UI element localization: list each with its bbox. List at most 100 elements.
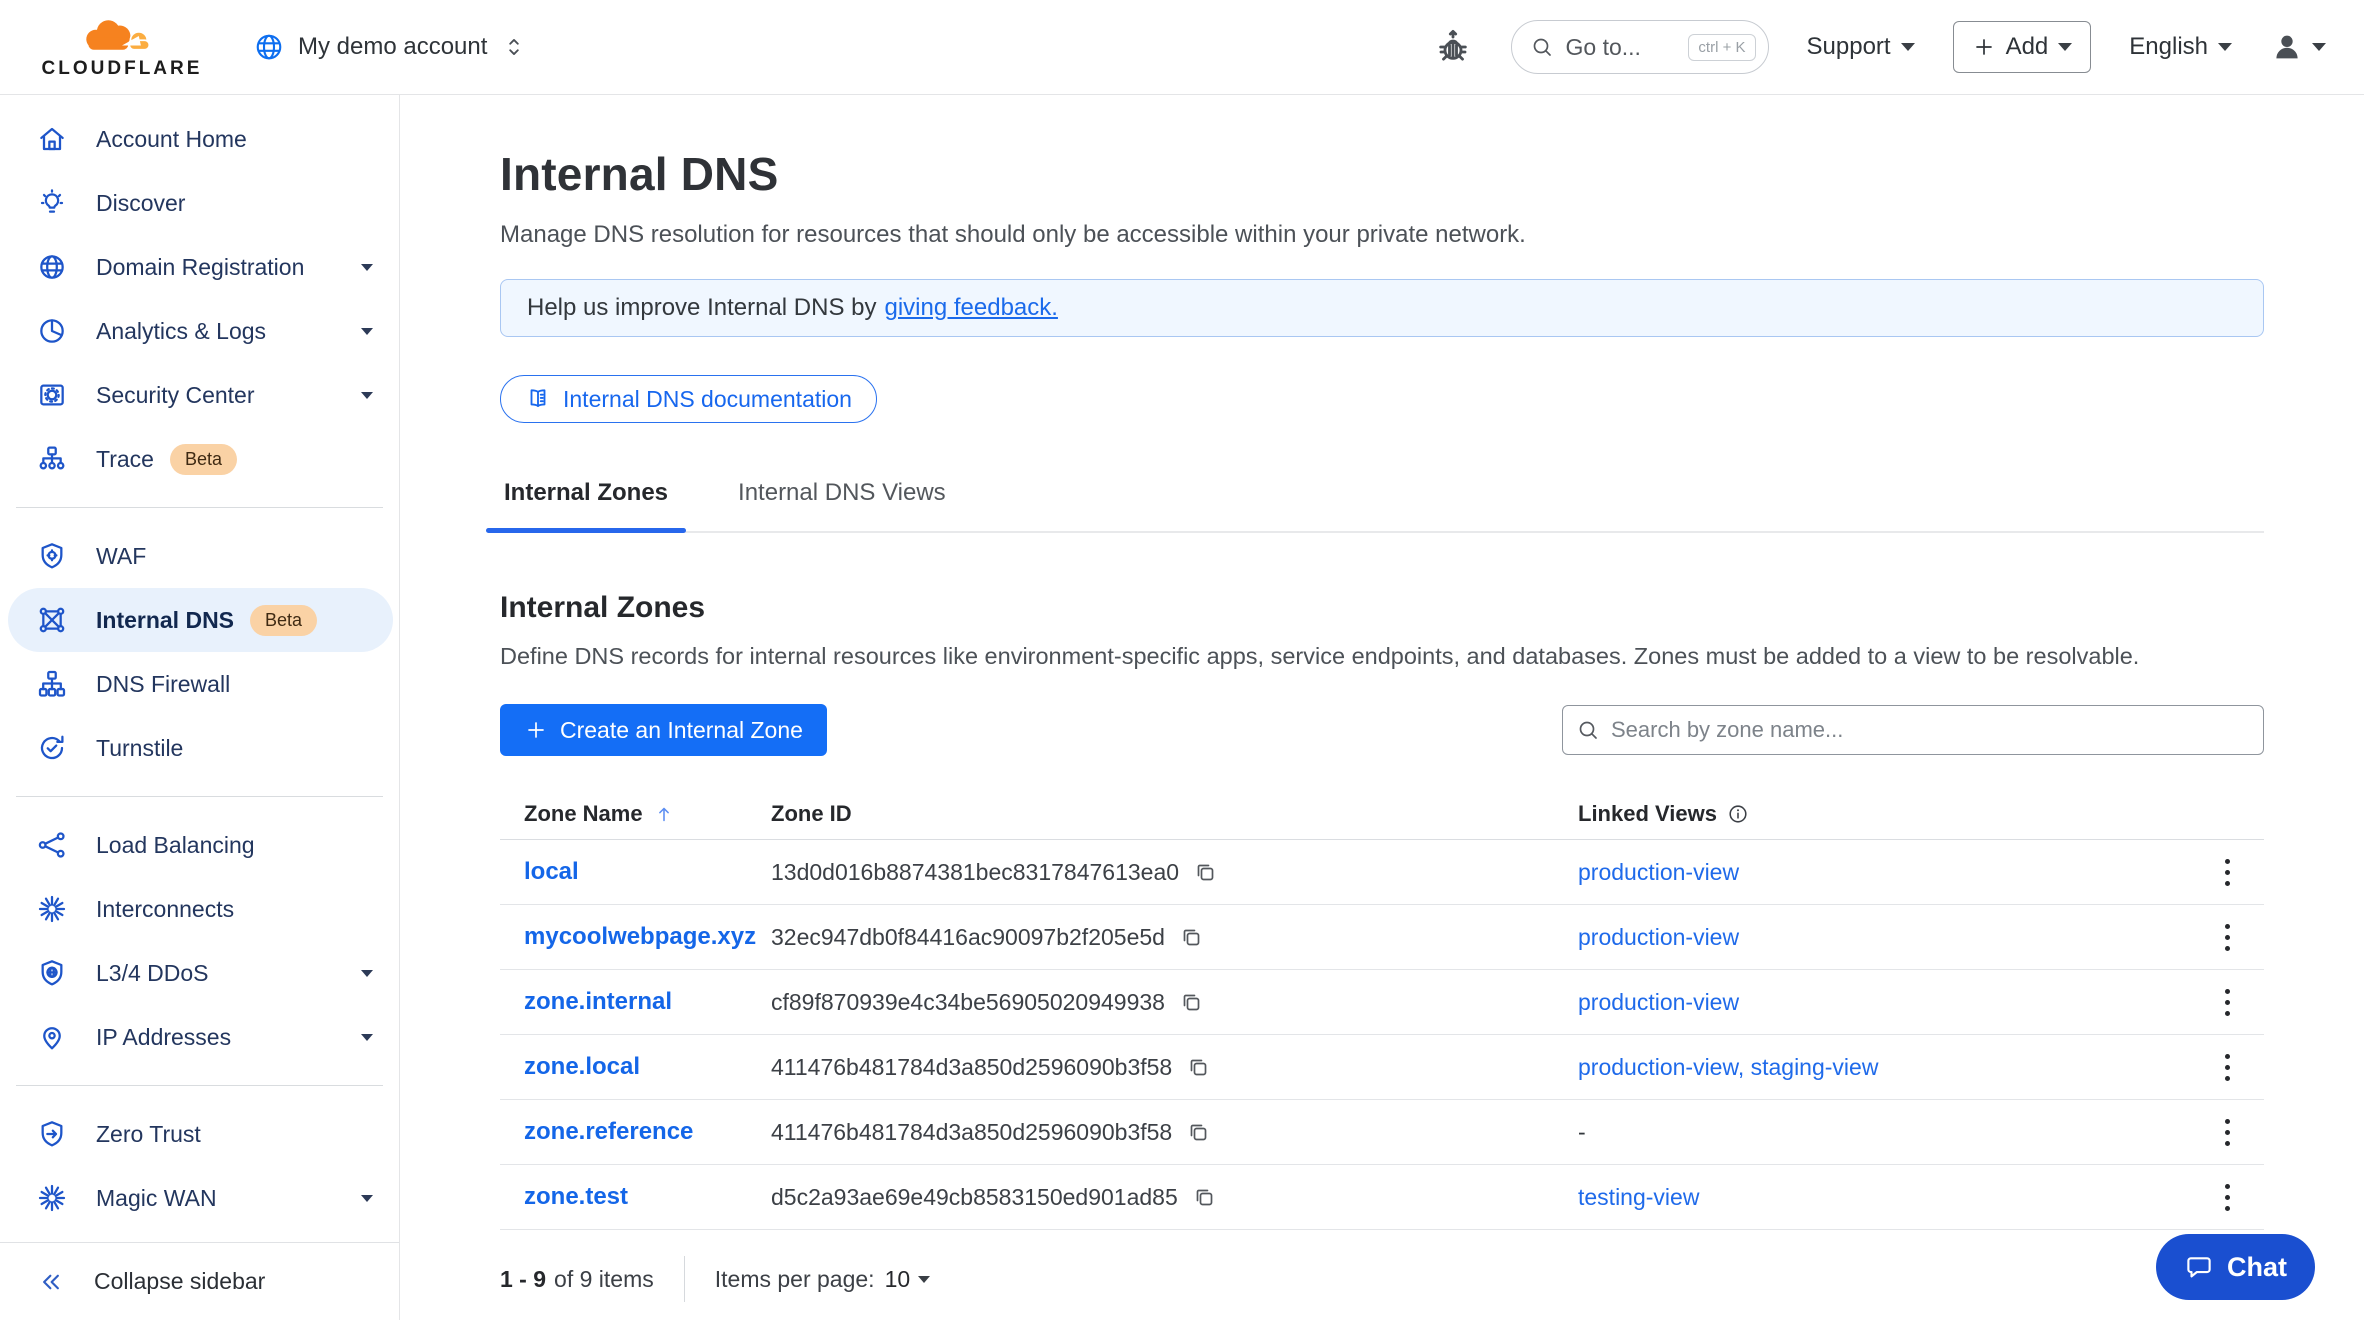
zone-search	[1562, 705, 2264, 755]
sidebar-item-interconnects[interactable]: Interconnects	[0, 877, 399, 941]
sidebar-item-label: Internal DNS	[96, 607, 234, 634]
chevron-down-icon	[1901, 43, 1915, 51]
sunburst-icon	[36, 893, 68, 925]
kebab-menu-icon[interactable]	[2217, 916, 2238, 959]
sidebar-item-discover[interactable]: Discover	[0, 171, 399, 235]
sidebar-item-label: WAF	[96, 543, 146, 570]
sunburst-icon	[36, 1182, 68, 1214]
chevron-down-icon	[2312, 43, 2326, 51]
sidebar-item-analytics-logs[interactable]: Analytics & Logs	[0, 299, 399, 363]
page-title: Internal DNS	[500, 147, 2264, 201]
zone-id-value: 411476b481784d3a850d2596090b3f58	[771, 1119, 1172, 1146]
sidebar-item-domain-registration[interactable]: Domain Registration	[0, 235, 399, 299]
sidebar-item-internal-dns[interactable]: Internal DNS Beta	[8, 588, 393, 652]
feedback-banner: Help us improve Internal DNS by giving f…	[500, 279, 2264, 337]
sidebar-divider	[16, 796, 383, 797]
table-row: zone.reference 411476b481784d3a850d25960…	[500, 1100, 2264, 1165]
column-header-zone-name[interactable]: Zone Name	[500, 801, 771, 827]
sidebar-item-security-center[interactable]: Security Center	[0, 363, 399, 427]
sidebar-item-label: Zero Trust	[96, 1121, 201, 1148]
kebab-menu-icon[interactable]	[2217, 981, 2238, 1024]
linked-view-link[interactable]: production-view	[1578, 924, 1739, 950]
documentation-button[interactable]: Internal DNS documentation	[500, 375, 877, 423]
sidebar-item-label: Magic WAN	[96, 1185, 217, 1212]
sidebar-item-zero-trust[interactable]: Zero Trust	[0, 1102, 399, 1166]
sidebar-divider	[16, 1085, 383, 1086]
chat-bubble-icon	[2184, 1252, 2214, 1282]
table-header-row: Zone Name Zone ID Linked Views	[500, 788, 2264, 840]
documentation-button-label: Internal DNS documentation	[563, 386, 852, 413]
zone-name-link[interactable]: zone.test	[524, 1183, 628, 1210]
user-menu[interactable]	[2270, 30, 2326, 64]
sidebar-item-account-home[interactable]: Account Home	[0, 107, 399, 171]
kebab-menu-icon[interactable]	[2217, 851, 2238, 894]
create-button-label: Create an Internal Zone	[560, 717, 803, 744]
kebab-menu-icon[interactable]	[2217, 1176, 2238, 1219]
pagination-total: of 9 items	[554, 1266, 654, 1293]
linked-view-link[interactable]: staging-view	[1751, 1054, 1879, 1080]
linked-view-link[interactable]: testing-view	[1578, 1184, 1699, 1210]
copy-icon[interactable]	[1193, 860, 1217, 884]
linked-view-link[interactable]: production-view	[1578, 859, 1739, 885]
sitemap-icon	[36, 443, 68, 475]
account-switcher[interactable]: My demo account	[254, 32, 527, 62]
language-menu[interactable]: English	[2129, 33, 2232, 61]
kebab-menu-icon[interactable]	[2217, 1111, 2238, 1154]
add-button[interactable]: Add	[1953, 21, 2092, 73]
feedback-link[interactable]: giving feedback.	[884, 294, 1057, 322]
table-row: zone.internal cf89f870939e4c34be56905020…	[500, 970, 2264, 1035]
sidebar-item-load-balancing[interactable]: Load Balancing	[0, 813, 399, 877]
zone-id-value: 32ec947db0f84416ac90097b2f205e5d	[771, 924, 1165, 951]
sidebar-item-label: Security Center	[96, 382, 255, 409]
copy-icon[interactable]	[1186, 1055, 1210, 1079]
sidebar-item-turnstile[interactable]: Turnstile	[0, 716, 399, 780]
chevron-down-icon	[361, 264, 373, 271]
sidebar-item-ip-addresses[interactable]: IP Addresses	[0, 1005, 399, 1069]
shield-arrow-icon	[36, 1118, 68, 1150]
collapse-sidebar-button[interactable]: Collapse sidebar	[0, 1242, 399, 1320]
collapse-sidebar-label: Collapse sidebar	[94, 1268, 265, 1295]
pie-chart-icon	[36, 315, 68, 347]
chat-button[interactable]: Chat	[2156, 1234, 2315, 1300]
sidebar-item-label: Turnstile	[96, 735, 183, 762]
chevron-down-icon	[2218, 43, 2232, 51]
goto-search[interactable]: Go to... ctrl + K	[1511, 20, 1769, 74]
info-icon[interactable]	[1727, 803, 1749, 825]
kebab-menu-icon[interactable]	[2217, 1046, 2238, 1089]
tab-internal-dns-views[interactable]: Internal DNS Views	[734, 469, 950, 531]
add-label: Add	[2006, 33, 2049, 61]
zone-id-value: cf89f870939e4c34be56905020949938	[771, 989, 1165, 1016]
sidebar-item-waf[interactable]: WAF	[0, 524, 399, 588]
linked-view-link[interactable]: production-view	[1578, 989, 1739, 1015]
create-internal-zone-button[interactable]: Create an Internal Zone	[500, 704, 827, 756]
tab-internal-zones[interactable]: Internal Zones	[500, 469, 672, 531]
account-name: My demo account	[298, 33, 487, 61]
copy-icon[interactable]	[1179, 990, 1203, 1014]
sidebar-item-label: DNS Firewall	[96, 671, 230, 698]
zone-name-link[interactable]: zone.reference	[524, 1118, 693, 1145]
support-menu[interactable]: Support	[1807, 33, 1915, 61]
zone-name-link[interactable]: local	[524, 858, 579, 885]
copy-icon[interactable]	[1186, 1120, 1210, 1144]
zone-name-link[interactable]: zone.local	[524, 1053, 640, 1080]
bug-report-icon[interactable]	[1433, 27, 1473, 67]
section-description: Define DNS records for internal resource…	[500, 643, 2264, 670]
keyboard-shortcut-hint: ctrl + K	[1688, 34, 1755, 61]
zone-search-input[interactable]	[1562, 705, 2264, 755]
chevron-down-icon	[361, 1195, 373, 1202]
sidebar-item-label: Analytics & Logs	[96, 318, 266, 345]
sidebar-item-l34-ddos[interactable]: L3/4 DDoS	[0, 941, 399, 1005]
zone-name-link[interactable]: zone.internal	[524, 988, 672, 1015]
sidebar-item-magic-wan[interactable]: Magic WAN	[0, 1166, 399, 1230]
column-header-linked-views: Linked Views	[1578, 801, 2191, 827]
items-per-page-select[interactable]: 10	[885, 1266, 931, 1293]
copy-icon[interactable]	[1192, 1185, 1216, 1209]
table-row: local 13d0d016b8874381bec8317847613ea0 p…	[500, 840, 2264, 905]
linked-view-link[interactable]: production-view	[1578, 1054, 1738, 1080]
cloudflare-logo[interactable]: CLOUDFLARE	[38, 14, 206, 80]
sidebar-item-trace[interactable]: Trace Beta	[0, 427, 399, 491]
copy-icon[interactable]	[1179, 925, 1203, 949]
zone-name-link[interactable]: mycoolwebpage.xyz	[524, 923, 756, 950]
sidebar-item-dns-firewall[interactable]: DNS Firewall	[0, 652, 399, 716]
chevron-down-icon	[361, 392, 373, 399]
